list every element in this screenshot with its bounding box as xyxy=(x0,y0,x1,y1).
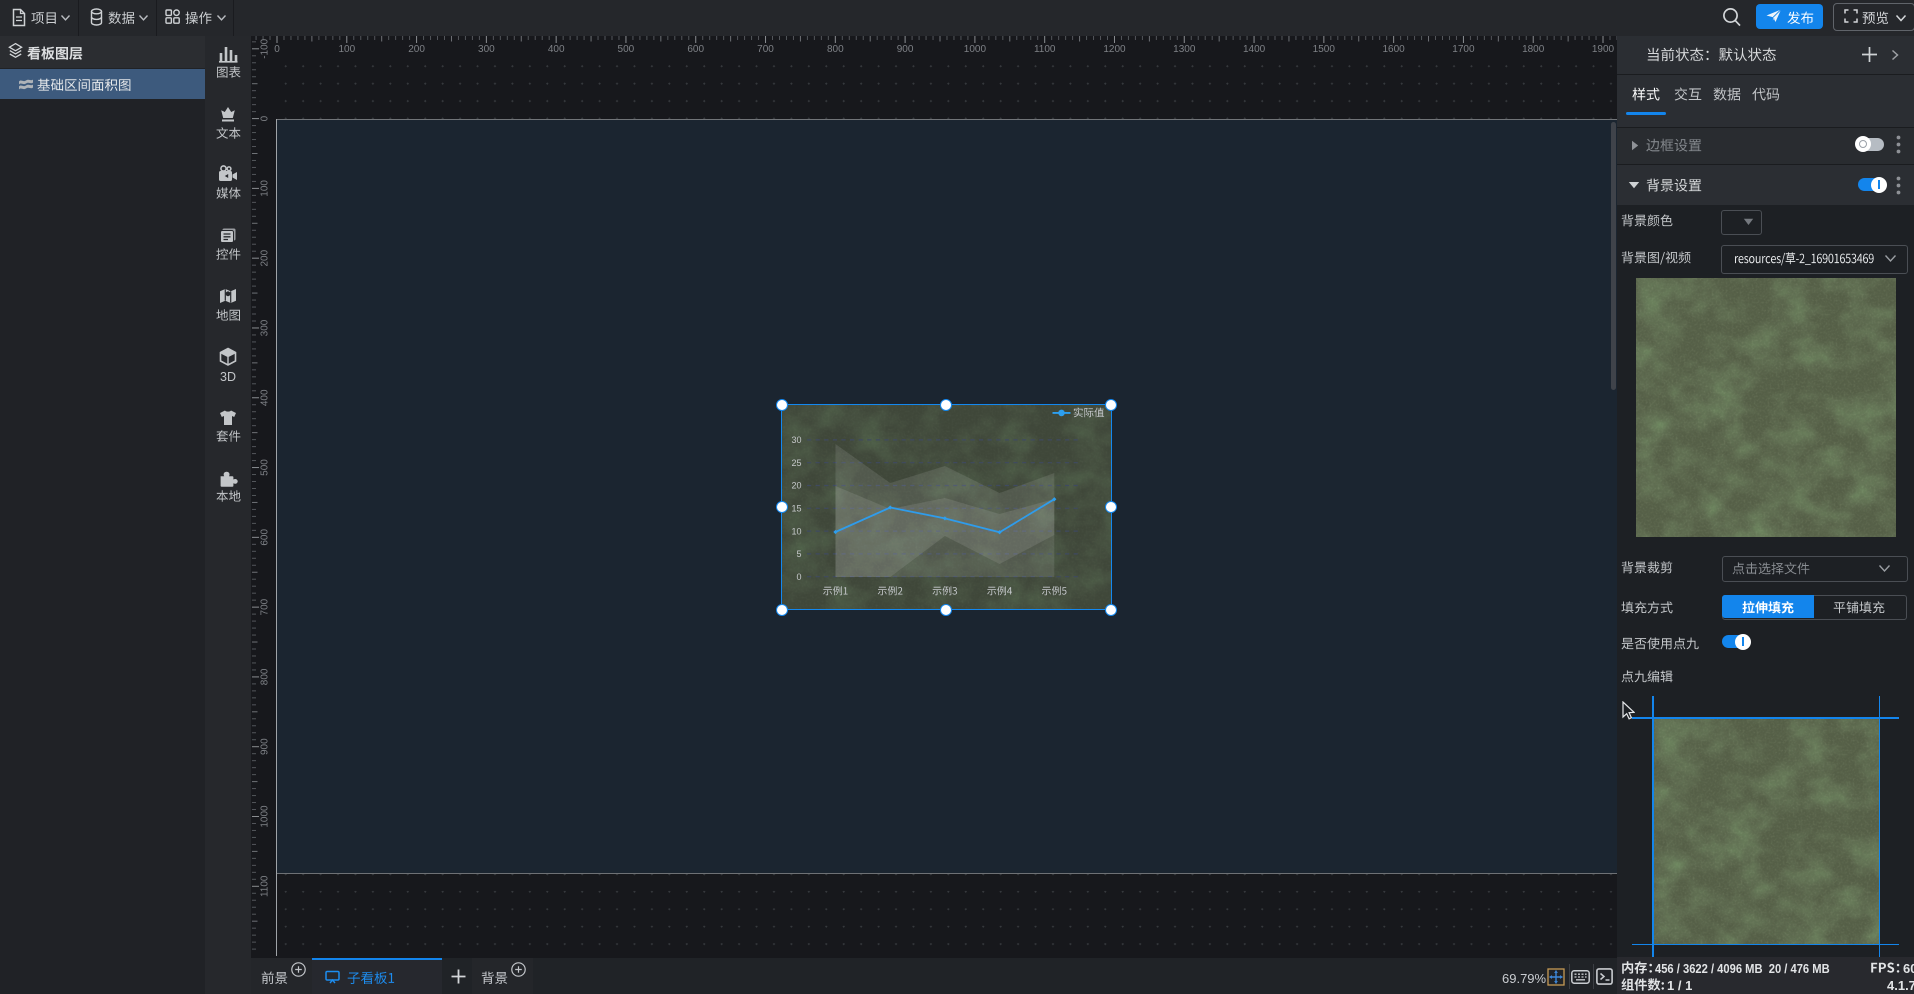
svg-text:1100: 1100 xyxy=(260,875,271,897)
svg-text:800: 800 xyxy=(260,668,271,685)
svg-text:700: 700 xyxy=(757,44,774,55)
svg-text:100: 100 xyxy=(338,44,355,55)
svg-text:900: 900 xyxy=(260,738,271,755)
svg-text:300: 300 xyxy=(478,44,495,55)
svg-text:400: 400 xyxy=(548,44,565,55)
svg-text:1700: 1700 xyxy=(1452,44,1475,55)
svg-text:1400: 1400 xyxy=(1243,44,1266,55)
svg-text:1000: 1000 xyxy=(964,44,987,55)
svg-text:300: 300 xyxy=(260,319,271,336)
svg-text:1300: 1300 xyxy=(1173,44,1196,55)
svg-text:800: 800 xyxy=(827,44,844,55)
svg-text:1600: 1600 xyxy=(1382,44,1405,55)
svg-text:400: 400 xyxy=(260,389,271,406)
svg-text:900: 900 xyxy=(897,44,914,55)
svg-text:100: 100 xyxy=(260,180,271,197)
svg-text:1100: 1100 xyxy=(1034,44,1056,55)
svg-text:200: 200 xyxy=(408,44,425,55)
svg-text:1000: 1000 xyxy=(260,805,271,828)
svg-text:1900: 1900 xyxy=(1592,44,1615,55)
svg-text:0: 0 xyxy=(260,115,271,121)
svg-text:700: 700 xyxy=(260,598,271,615)
svg-text:600: 600 xyxy=(687,44,704,55)
svg-text:1800: 1800 xyxy=(1522,44,1545,55)
svg-text:200: 200 xyxy=(260,249,271,266)
svg-text:500: 500 xyxy=(618,44,635,55)
svg-text:1500: 1500 xyxy=(1313,44,1336,55)
svg-text:-100: -100 xyxy=(260,38,271,58)
svg-text:1200: 1200 xyxy=(1103,44,1126,55)
svg-text:500: 500 xyxy=(260,459,271,476)
svg-text:600: 600 xyxy=(260,529,271,546)
